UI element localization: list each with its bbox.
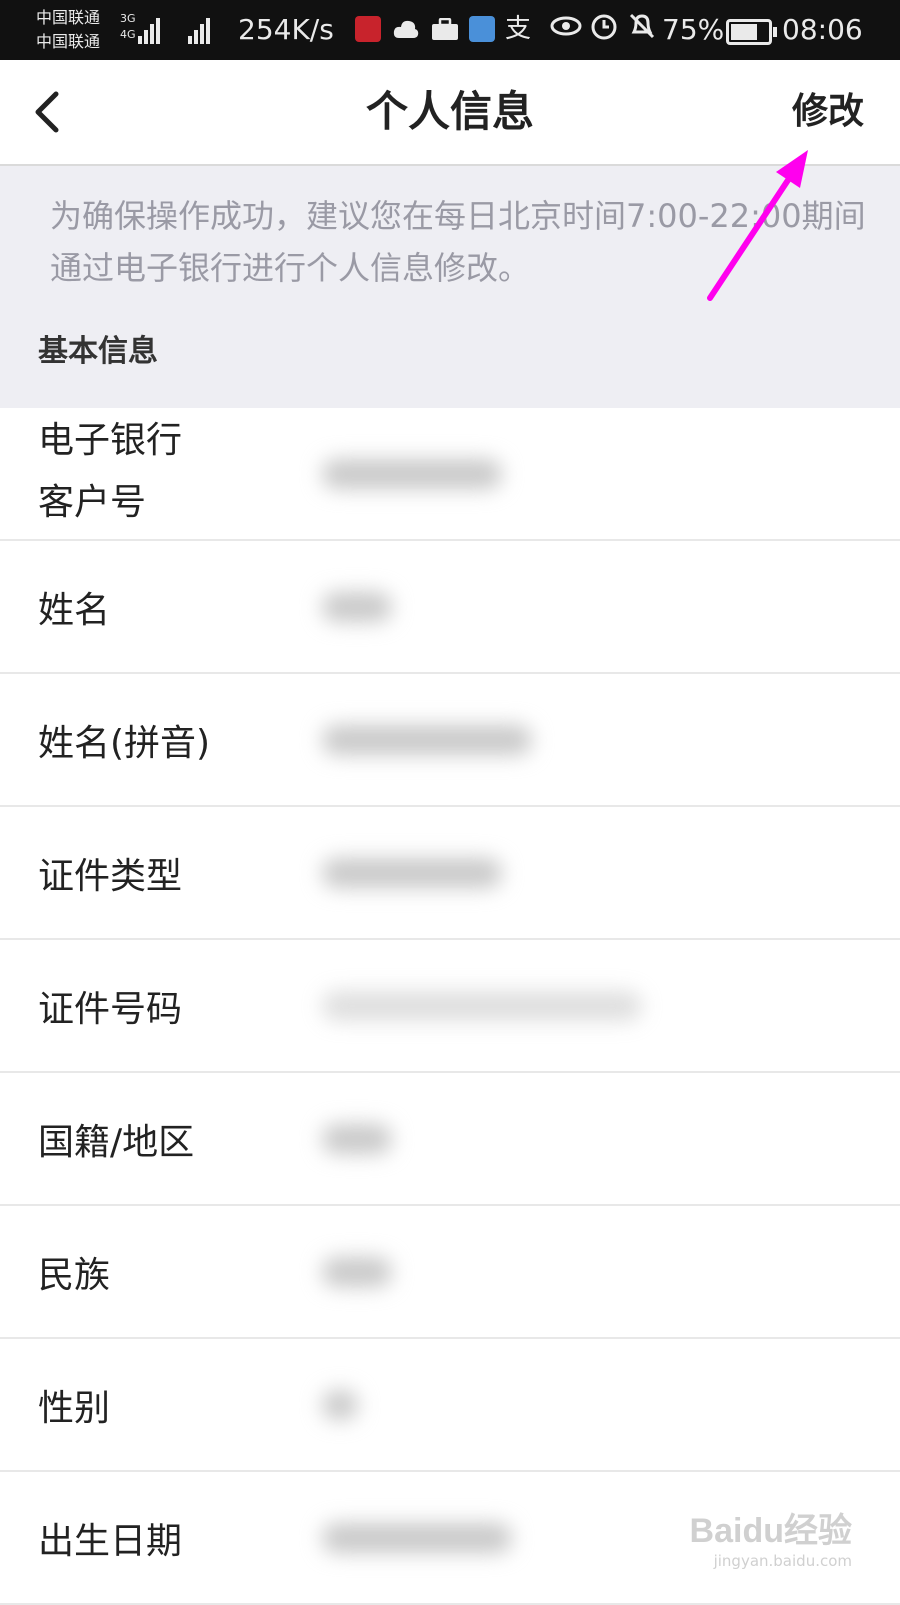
page-title: 个人信息: [365, 87, 534, 136]
watermark: Baidu经验 jingyan.baidu.com: [690, 1503, 852, 1570]
carrier-2: 中国联通: [36, 32, 101, 51]
net-tag-1: 3G: [120, 12, 136, 25]
notice-banner: 为确保操作成功，建议您在每日北京时间7:00-22:00期间通过电子银行进行个人…: [0, 166, 900, 408]
info-list: 电子银行 客户号 姓名 姓名(拼音) 证件类型 证件号码 国籍/地区 民族 性别…: [0, 408, 900, 1605]
eye-icon: [550, 12, 582, 48]
network-speed: 254K/s: [238, 13, 334, 46]
carrier-1: 中国联通: [36, 8, 101, 27]
row-label: 电子银行 客户号: [38, 408, 182, 534]
row-label: 国籍/地区: [38, 1121, 195, 1163]
browser-app-icon: [469, 16, 495, 42]
clock-time: 08:06: [782, 13, 863, 46]
row-value-redacted: [322, 990, 642, 1021]
info-row-id-number: 证件号码: [0, 940, 900, 1073]
info-row-name: 姓名: [0, 541, 900, 674]
watermark-url: jingyan.baidu.com: [713, 1552, 852, 1570]
net-tag-2: 4G: [120, 28, 136, 41]
row-label: 出生日期: [38, 1520, 183, 1562]
app-header: 个人信息 修改: [0, 60, 900, 166]
row-label: 民族: [38, 1254, 111, 1296]
info-row-name-pinyin: 姓名(拼音): [0, 674, 900, 807]
row-value-redacted: [322, 1123, 392, 1154]
row-value-redacted: [322, 591, 392, 622]
row-value-redacted: [322, 458, 502, 489]
info-row-customer-number: 电子银行 客户号: [0, 408, 900, 541]
alipay-icon: 支: [505, 14, 532, 44]
row-label: 证件号码: [38, 988, 183, 1030]
row-label: 姓名(拼音): [38, 722, 211, 764]
briefcase-icon: [431, 17, 458, 44]
carrier-labels: 中国联通 中国联通: [36, 6, 100, 54]
row-value-redacted: [322, 1522, 512, 1553]
row-value-redacted: [322, 1389, 358, 1420]
info-row-gender: 性别: [0, 1339, 900, 1472]
status-bar: 中国联通 中国联通 3G 4G 254K/s 支 75% 08:06: [0, 0, 900, 60]
section-title-basic-info: 基本信息: [38, 334, 158, 369]
info-row-ethnicity: 民族: [0, 1206, 900, 1339]
battery-icon: [726, 19, 777, 45]
battery-percent: 75%: [662, 13, 725, 46]
row-label: 证件类型: [38, 855, 183, 897]
row-label-line-1: 电子银行: [38, 420, 183, 461]
row-label: 性别: [38, 1387, 111, 1429]
row-value-redacted: [322, 1256, 392, 1287]
network-type-labels: 3G 4G: [120, 12, 136, 42]
row-value-redacted: [322, 857, 502, 888]
row-label: 姓名: [38, 589, 111, 631]
cloud-icon: [393, 18, 419, 44]
watermark-logo: Baidu经验: [689, 1512, 852, 1550]
row-label-line-2: 客户号: [38, 482, 147, 523]
info-row-id-type: 证件类型: [0, 807, 900, 940]
alarm-icon: [590, 12, 618, 50]
notice-text: 为确保操作成功，建议您在每日北京时间7:00-22:00期间通过电子银行进行个人…: [50, 197, 866, 287]
row-value-redacted: [322, 724, 532, 755]
info-row-nationality: 国籍/地区: [0, 1073, 900, 1206]
mute-bell-icon: [628, 12, 656, 50]
stock-app-icon: [355, 16, 381, 42]
edit-button[interactable]: 修改: [792, 88, 864, 136]
